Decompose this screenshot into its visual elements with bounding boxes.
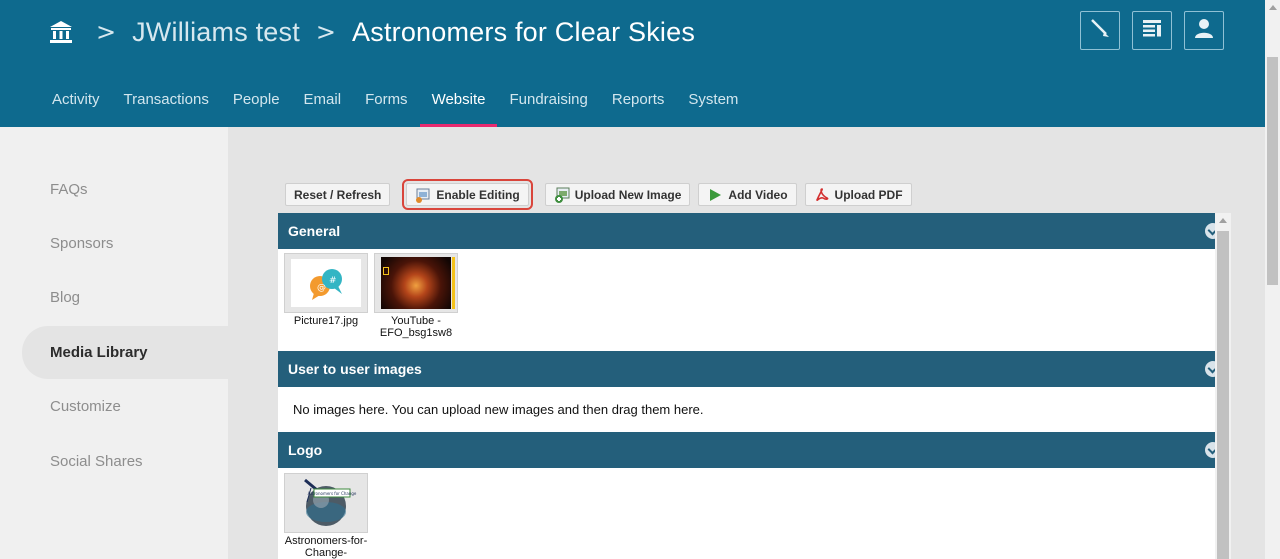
app-header: > JWilliams test > Astronomers for Clear… bbox=[0, 0, 1265, 127]
chat-bubbles-image: @ # bbox=[291, 259, 361, 307]
add-video-label: Add Video bbox=[728, 187, 788, 202]
svg-text:#: # bbox=[329, 276, 337, 286]
breadcrumb-separator: > bbox=[96, 18, 117, 46]
sidebar: FAQs Sponsors Blog Media Library Customi… bbox=[0, 127, 228, 559]
scrollbar-thumb[interactable] bbox=[1217, 231, 1229, 559]
scrollbar-thumb[interactable] bbox=[1267, 57, 1278, 285]
section-header-logo[interactable]: Logo bbox=[278, 432, 1215, 468]
section-header-user-to-user-images[interactable]: User to user images bbox=[278, 351, 1215, 387]
media-thumbnail: @ # bbox=[284, 253, 368, 313]
play-icon bbox=[707, 187, 723, 203]
section-title: Logo bbox=[288, 442, 323, 458]
breadcrumb-site[interactable]: Astronomers for Clear Skies bbox=[352, 17, 695, 48]
breadcrumb-separator: > bbox=[315, 18, 337, 46]
empty-section-message: No images here. You can upload new image… bbox=[293, 402, 704, 417]
add-video-button[interactable]: Add Video bbox=[698, 183, 797, 206]
sidebar-item-blog[interactable]: Blog bbox=[22, 271, 228, 324]
svg-text:Astronomers for Change: Astronomers for Change bbox=[308, 491, 357, 496]
nav-website[interactable]: Website bbox=[419, 73, 498, 127]
section-title: User to user images bbox=[288, 361, 422, 377]
enable-editing-button[interactable]: Enable Editing bbox=[402, 179, 533, 210]
page-scrollbar[interactable] bbox=[1265, 0, 1280, 559]
nav-people[interactable]: People bbox=[221, 73, 292, 127]
nav-transactions[interactable]: Transactions bbox=[112, 73, 221, 127]
media-caption: Astronomers-for-Change- bbox=[284, 535, 368, 559]
media-caption: Picture17.jpg bbox=[293, 315, 359, 327]
section-header-general[interactable]: General bbox=[278, 213, 1215, 249]
layout-button[interactable] bbox=[1132, 11, 1172, 50]
reset-refresh-button[interactable]: Reset / Refresh bbox=[285, 183, 391, 206]
enable-editing-label: Enable Editing bbox=[436, 187, 520, 202]
upload-new-image-label: Upload New Image bbox=[574, 187, 682, 202]
breadcrumb-org[interactable]: JWilliams test bbox=[132, 17, 300, 48]
sidebar-item-media-library[interactable]: Media Library bbox=[22, 326, 228, 379]
media-item[interactable]: YouTube - EFO_bsg1sw8 bbox=[374, 253, 458, 339]
upload-pdf-button[interactable]: Upload PDF bbox=[804, 183, 912, 206]
edit-image-icon bbox=[415, 187, 431, 203]
sidebar-item-social-shares[interactable]: Social Shares bbox=[22, 435, 228, 488]
scroll-up-arrow-icon[interactable] bbox=[1219, 218, 1227, 223]
nav-fundraising[interactable]: Fundraising bbox=[497, 73, 599, 127]
upload-new-image-button[interactable]: Upload New Image bbox=[544, 183, 691, 206]
pdf-icon bbox=[814, 187, 830, 203]
svg-text:@: @ bbox=[317, 283, 326, 293]
media-caption: YouTube - EFO_bsg1sw8 bbox=[379, 315, 453, 339]
media-item[interactable]: @ # Picture17.jpg bbox=[284, 253, 368, 327]
logo-globe-image: Astronomers for Change bbox=[293, 476, 359, 530]
collapse-chevron-icon[interactable] bbox=[1205, 442, 1215, 458]
institution-home-icon[interactable] bbox=[48, 19, 74, 45]
collapse-chevron-icon[interactable] bbox=[1205, 223, 1215, 239]
user-icon bbox=[1193, 17, 1215, 44]
nav-reports[interactable]: Reports bbox=[600, 73, 677, 127]
pen-tool-button[interactable] bbox=[1080, 11, 1120, 50]
collapse-chevron-icon[interactable] bbox=[1205, 361, 1215, 377]
media-thumbnail: Astronomers for Change bbox=[284, 473, 368, 533]
nav-activity[interactable]: Activity bbox=[40, 73, 112, 127]
upload-image-icon bbox=[554, 187, 570, 203]
scroll-up-arrow-icon[interactable] bbox=[1269, 5, 1277, 10]
media-item[interactable]: Astronomers for Change Astronomers-for-C… bbox=[284, 473, 368, 559]
breadcrumb: > JWilliams test > Astronomers for Clear… bbox=[48, 14, 711, 50]
pen-icon bbox=[1089, 17, 1111, 44]
section-title: General bbox=[288, 223, 341, 239]
nav-system[interactable]: System bbox=[676, 73, 750, 127]
upload-pdf-label: Upload PDF bbox=[834, 187, 903, 202]
nav-forms[interactable]: Forms bbox=[353, 73, 420, 127]
main-nav: Activity Transactions People Email Forms… bbox=[40, 73, 750, 127]
sidebar-item-sponsors[interactable]: Sponsors bbox=[22, 217, 228, 270]
user-account-button[interactable] bbox=[1184, 11, 1224, 50]
sidebar-item-faqs[interactable]: FAQs bbox=[22, 163, 228, 216]
media-library-panel: General @ # Picture17.jpg YouTube - EFO_… bbox=[278, 213, 1215, 559]
reset-refresh-label: Reset / Refresh bbox=[294, 187, 382, 202]
layout-icon bbox=[1141, 17, 1163, 44]
sidebar-item-customize[interactable]: Customize bbox=[22, 380, 228, 433]
main-content: Reset / Refresh Enable Editing Upload Ne… bbox=[228, 127, 1265, 559]
nav-email[interactable]: Email bbox=[292, 73, 354, 127]
media-toolbar: Reset / Refresh Enable Editing Upload Ne… bbox=[285, 179, 920, 210]
panel-scrollbar[interactable] bbox=[1215, 213, 1231, 559]
media-thumbnail bbox=[374, 253, 458, 313]
nebula-video-image bbox=[381, 257, 455, 309]
